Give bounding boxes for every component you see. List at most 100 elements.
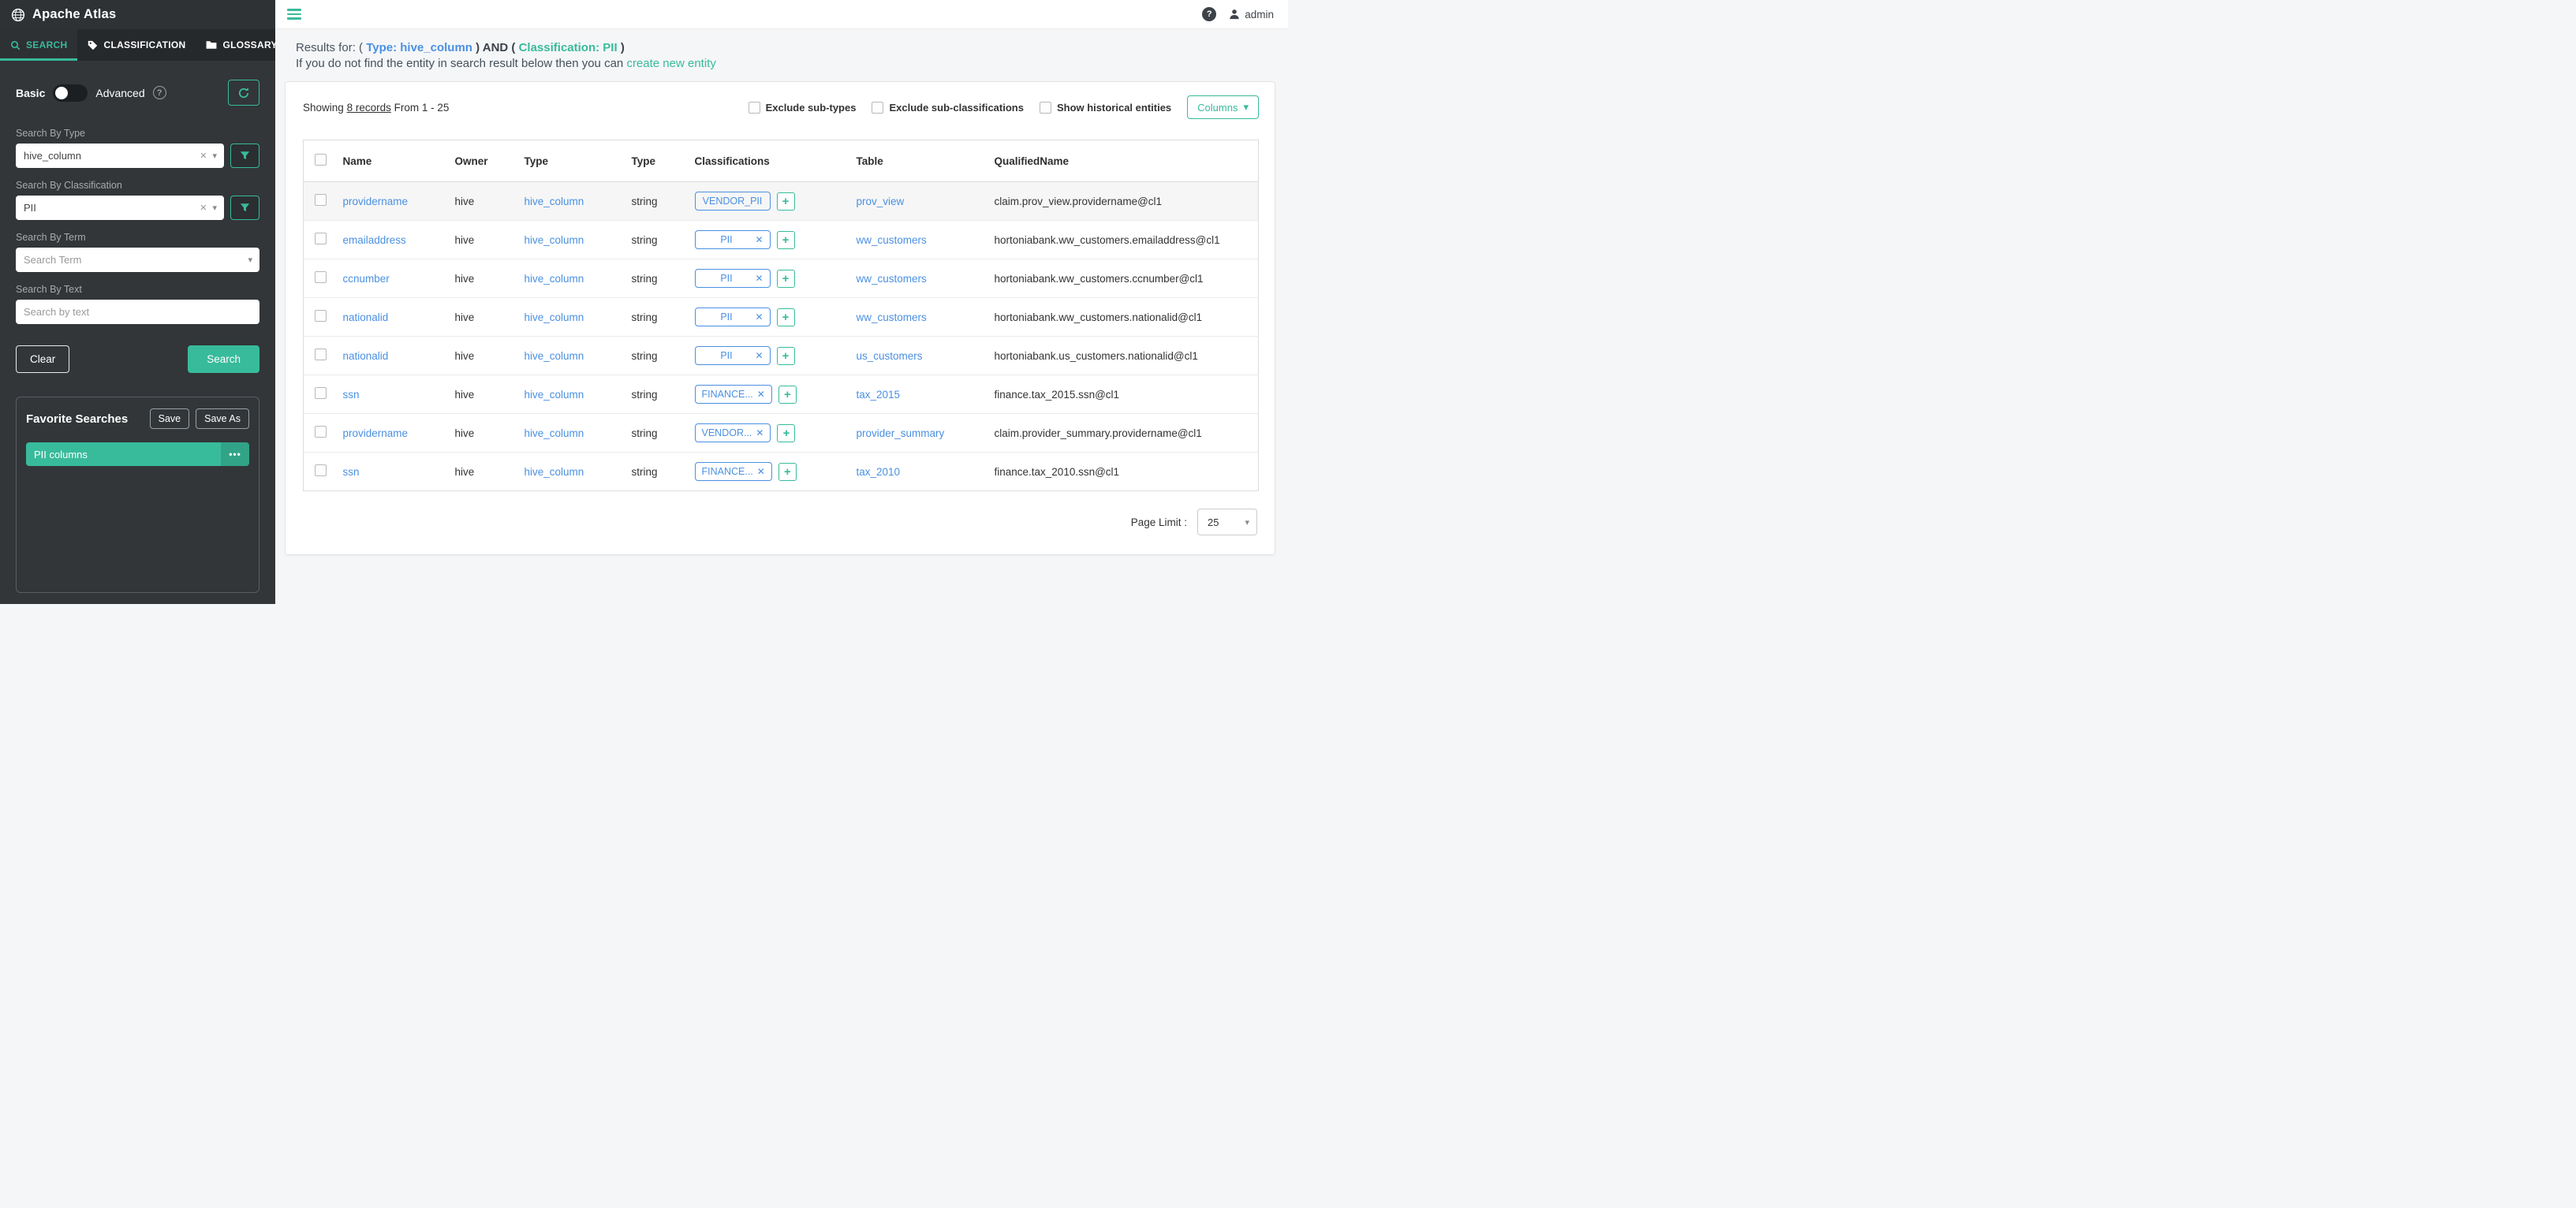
exclude-subclassifications-checkbox[interactable] <box>872 102 883 114</box>
show-historical-entities-checkbox[interactable] <box>1040 102 1051 114</box>
user-menu[interactable]: admin <box>1229 9 1274 21</box>
term-select[interactable]: Search Term ▾ <box>16 248 259 272</box>
favorite-item-options-icon[interactable]: ••• <box>221 442 249 466</box>
remove-classification-icon[interactable]: ✕ <box>755 234 763 245</box>
remove-classification-icon[interactable]: ✕ <box>755 350 763 361</box>
entity-name-link[interactable]: nationalid <box>343 311 389 323</box>
entity-name-link[interactable]: ssn <box>343 466 360 478</box>
remove-classification-icon[interactable]: ✕ <box>755 311 763 323</box>
records-count-link[interactable]: 8 records <box>347 102 391 114</box>
favorite-searches-title: Favorite Searches <box>26 412 144 426</box>
favorite-search-item[interactable]: PII columns ••• <box>26 442 249 466</box>
basic-advanced-toggle[interactable] <box>53 84 88 102</box>
entity-type-link[interactable]: hive_column <box>525 466 584 478</box>
classification-tag[interactable]: FINANCE... ✕ <box>695 385 772 404</box>
entity-type-link[interactable]: hive_column <box>525 273 584 285</box>
classification-tag[interactable]: PII ✕ <box>695 269 771 288</box>
add-classification-button[interactable]: + <box>777 270 795 288</box>
refresh-icon <box>237 87 250 99</box>
classification-tag[interactable]: VENDOR_PII <box>695 192 771 211</box>
menu-icon[interactable] <box>287 9 301 20</box>
classification-tag[interactable]: PII ✕ <box>695 308 771 326</box>
entity-type-link[interactable]: hive_column <box>525 234 584 246</box>
exclude-subclassifications-option[interactable]: Exclude sub-classifications <box>872 102 1024 114</box>
create-entity-hint: If you do not find the entity in search … <box>296 57 1275 70</box>
remove-classification-icon[interactable]: ✕ <box>755 273 763 284</box>
table-link[interactable]: us_customers <box>857 350 923 362</box>
refresh-button[interactable] <box>228 80 259 106</box>
app-window: Apache Atlas SEARCH CLASSIFICATION GLOSS… <box>0 0 1288 604</box>
classification-tag[interactable]: VENDOR... ✕ <box>695 423 771 442</box>
clear-button[interactable]: Clear <box>16 345 69 373</box>
exclude-subtypes-checkbox[interactable] <box>749 102 760 114</box>
classification-attribute-filter-button[interactable] <box>230 196 259 220</box>
entity-name-link[interactable]: ccnumber <box>343 273 390 285</box>
clear-type-icon[interactable]: ✕ <box>200 151 207 161</box>
create-new-entity-link[interactable]: create new entity <box>626 57 715 70</box>
tab-search[interactable]: SEARCH <box>0 29 77 61</box>
classification-tag[interactable]: FINANCE... ✕ <box>695 462 772 481</box>
remove-classification-icon[interactable]: ✕ <box>757 389 765 400</box>
tab-classification[interactable]: CLASSIFICATION <box>77 29 196 61</box>
row-checkbox[interactable] <box>315 387 327 399</box>
table-link[interactable]: ww_customers <box>857 273 927 285</box>
type-attribute-filter-button[interactable] <box>230 144 259 168</box>
table-link[interactable]: tax_2010 <box>857 466 901 478</box>
add-classification-button[interactable]: + <box>777 231 795 249</box>
help-icon[interactable]: ? <box>1202 7 1216 21</box>
row-checkbox[interactable] <box>315 426 327 438</box>
page-limit-select[interactable]: 25 ▾ <box>1197 509 1257 535</box>
row-checkbox[interactable] <box>315 464 327 476</box>
table-link[interactable]: tax_2015 <box>857 389 901 401</box>
entity-name-link[interactable]: nationalid <box>343 350 389 362</box>
entity-type-link[interactable]: hive_column <box>525 350 584 362</box>
row-checkbox[interactable] <box>315 310 327 322</box>
table-row: providername hive hive_column string VEN… <box>304 182 1259 221</box>
table-link[interactable]: ww_customers <box>857 234 927 246</box>
entity-name-link[interactable]: providername <box>343 196 409 207</box>
owner-cell: hive <box>447 453 517 491</box>
row-checkbox[interactable] <box>315 194 327 206</box>
row-checkbox[interactable] <box>315 349 327 360</box>
show-historical-entities-option[interactable]: Show historical entities <box>1040 102 1171 114</box>
search-text-input[interactable] <box>16 300 259 324</box>
classification-tag[interactable]: PII ✕ <box>695 346 771 365</box>
select-all-checkbox[interactable] <box>315 154 327 166</box>
entity-type-link[interactable]: hive_column <box>525 311 584 323</box>
columns-button[interactable]: Columns ▾ <box>1187 95 1259 119</box>
exclude-subtypes-option[interactable]: Exclude sub-types <box>749 102 857 114</box>
entity-name-link[interactable]: emailaddress <box>343 234 406 246</box>
add-classification-button[interactable]: + <box>777 347 795 365</box>
search-button[interactable]: Search <box>188 345 259 373</box>
save-as-button[interactable]: Save As <box>196 408 249 429</box>
add-classification-button[interactable]: + <box>777 308 795 326</box>
type-select[interactable]: hive_column ✕ ▾ <box>16 144 224 168</box>
results-table-body: providername hive hive_column string VEN… <box>304 182 1259 491</box>
row-checkbox[interactable] <box>315 271 327 283</box>
table-link[interactable]: provider_summary <box>857 427 945 439</box>
entity-name-link[interactable]: ssn <box>343 389 360 401</box>
remove-classification-icon[interactable]: ✕ <box>757 466 765 477</box>
tab-glossary[interactable]: GLOSSARY <box>196 29 287 61</box>
row-checkbox[interactable] <box>315 233 327 244</box>
table-link[interactable]: ww_customers <box>857 311 927 323</box>
remove-classification-icon[interactable]: ✕ <box>756 427 763 438</box>
classification-tag-label: FINANCE... <box>702 389 753 400</box>
entity-type-link[interactable]: hive_column <box>525 196 584 207</box>
classification-select[interactable]: PII ✕ ▾ <box>16 196 224 220</box>
table-link[interactable]: prov_view <box>857 196 905 207</box>
add-classification-button[interactable]: + <box>777 192 795 211</box>
entity-name-link[interactable]: providername <box>343 427 409 439</box>
add-classification-button[interactable]: + <box>778 463 797 481</box>
tag-icon <box>88 40 98 50</box>
clear-classification-icon[interactable]: ✕ <box>200 203 207 213</box>
add-classification-button[interactable]: + <box>778 386 797 404</box>
entity-type-link[interactable]: hive_column <box>525 427 584 439</box>
entity-type-link[interactable]: hive_column <box>525 389 584 401</box>
classification-select-value: PII <box>24 202 194 214</box>
table-row: nationalid hive hive_column string PII ✕… <box>304 337 1259 375</box>
classification-tag[interactable]: PII ✕ <box>695 230 771 249</box>
add-classification-button[interactable]: + <box>777 424 795 442</box>
mode-help-icon[interactable]: ? <box>153 86 166 99</box>
save-button[interactable]: Save <box>150 408 190 429</box>
